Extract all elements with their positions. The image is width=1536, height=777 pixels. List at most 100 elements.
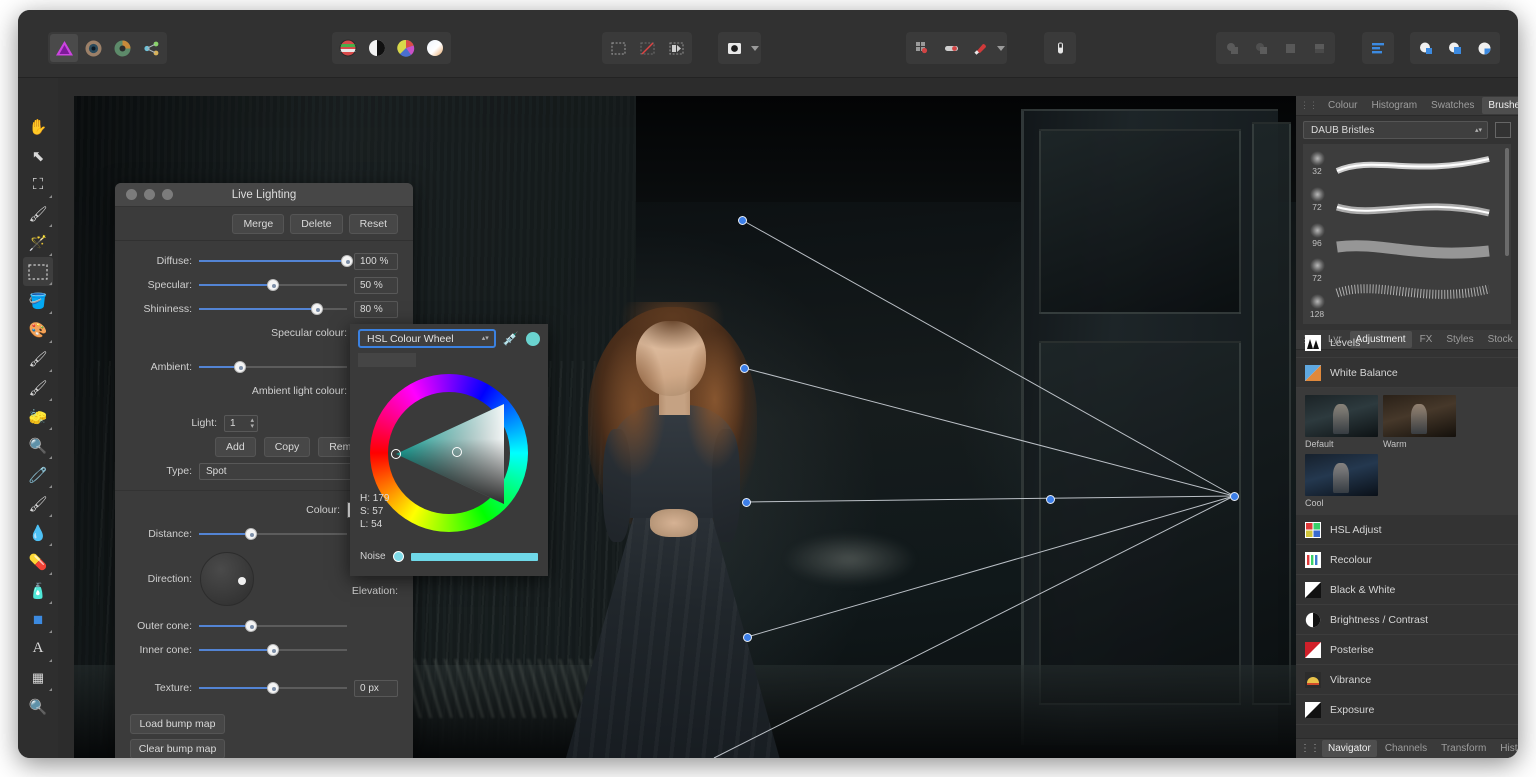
specular-slider[interactable] <box>199 278 347 292</box>
gizmo-node[interactable] <box>742 632 752 642</box>
erase-brush-tool[interactable]: 🧽 <box>23 402 53 431</box>
boolean-subtract-icon[interactable] <box>1247 34 1275 62</box>
preset-warm[interactable]: Warm <box>1383 395 1456 449</box>
colour-wheel-icon[interactable] <box>334 34 362 62</box>
brush-view-toggle-icon[interactable] <box>1495 122 1511 138</box>
colour-mode-select[interactable]: HSL Colour Wheel ▴▾ <box>358 329 496 348</box>
mesh-warp-tool[interactable]: ▦ <box>23 663 53 692</box>
brush-category-select[interactable]: DAUB Bristles ▴▾ <box>1303 121 1488 139</box>
add-light-button[interactable]: Add <box>215 437 256 457</box>
ambient-slider[interactable] <box>199 360 347 374</box>
gizmo-node-origin[interactable] <box>1229 491 1239 501</box>
merge-button[interactable]: Merge <box>232 213 285 234</box>
texture-value[interactable]: 0 px <box>354 679 398 697</box>
rectangle-tool[interactable]: ■ <box>23 605 53 634</box>
tab-brushes[interactable]: Brushes <box>1482 97 1518 114</box>
magnet-icon[interactable] <box>966 34 994 62</box>
brush-list-scrollbar[interactable] <box>1505 148 1509 256</box>
photo-persona-icon[interactable] <box>50 34 78 62</box>
tab-swatches[interactable]: Swatches <box>1425 97 1480 114</box>
adjustment-item-black-white[interactable]: Black & White <box>1296 575 1518 605</box>
quick-mask-caret-icon[interactable] <box>751 45 759 51</box>
panel-grip-icon[interactable]: ⋮⋮ <box>1300 743 1320 754</box>
adjustment-item-brightness-contrast[interactable]: Brightness / Contrast <box>1296 605 1518 635</box>
live-lighting-titlebar[interactable]: Live Lighting <box>115 183 413 207</box>
marquee-tool[interactable] <box>23 257 53 286</box>
align-icon[interactable] <box>1364 34 1392 62</box>
arrange-front-icon[interactable] <box>1412 34 1440 62</box>
brush-list[interactable]: 32 72 96 72 128 <box>1303 144 1511 324</box>
direction-dial[interactable] <box>200 552 254 606</box>
brush-stroke[interactable] <box>1333 319 1493 324</box>
delete-button[interactable]: Delete <box>290 213 343 234</box>
sl-marker[interactable] <box>452 447 462 457</box>
light-stepper[interactable]: 1 ▴ ▾ <box>224 414 258 432</box>
gizmo-node[interactable] <box>1045 494 1055 504</box>
gizmo-node[interactable] <box>741 497 751 507</box>
colour-picker-tool[interactable]: 🎨 <box>23 315 53 344</box>
paint-brush-tool[interactable]: 🖌 <box>23 344 53 373</box>
boolean-intersect-icon[interactable] <box>1276 34 1304 62</box>
distance-slider[interactable] <box>199 527 347 541</box>
current-colour-chip[interactable] <box>526 331 540 346</box>
preset-cool[interactable]: Cool <box>1305 454 1378 508</box>
assistant-icon[interactable] <box>1046 34 1074 62</box>
noise-slider-knob[interactable] <box>392 551 404 562</box>
diffuse-slider[interactable] <box>199 254 353 268</box>
quick-mask-icon[interactable] <box>720 34 748 62</box>
arrange-forward-icon[interactable] <box>1441 34 1469 62</box>
diffuse-value[interactable]: 100 % <box>354 252 398 270</box>
clone-brush-tool[interactable]: 🧷 <box>23 460 53 489</box>
brush-stroke[interactable] <box>1333 193 1493 223</box>
boolean-divide-icon[interactable] <box>1305 34 1333 62</box>
gizmo-node[interactable] <box>739 363 749 373</box>
shininess-value[interactable]: 80 % <box>354 300 398 318</box>
brush-stroke[interactable] <box>1333 235 1493 265</box>
clear-bump-map-button[interactable]: Clear bump map <box>130 739 225 758</box>
snapping-icon[interactable] <box>937 34 965 62</box>
crop-tool[interactable]: ⛶ <box>23 170 53 199</box>
selection-brush-tool[interactable]: 🖌 <box>23 199 53 228</box>
shininess-slider[interactable] <box>199 302 347 316</box>
blur-brush-tool[interactable]: 💧 <box>23 518 53 547</box>
snapping-caret-icon[interactable] <box>997 45 1005 51</box>
noise-slider-track[interactable] <box>410 552 538 561</box>
adjustment-item-posterise[interactable]: Posterise <box>1296 635 1518 665</box>
type-select[interactable]: Spot ▴▾ <box>199 462 375 480</box>
hue-marker[interactable] <box>391 449 401 459</box>
white-balance-icon[interactable] <box>421 34 449 62</box>
hsl-colour-wheel[interactable] <box>370 374 528 532</box>
paint-mixer-tool[interactable]: 🖌 <box>23 373 53 402</box>
load-bump-map-button[interactable]: Load bump map <box>130 714 225 734</box>
grid-icon[interactable] <box>908 34 936 62</box>
tab-history[interactable]: History <box>1494 740 1518 757</box>
boolean-add-icon[interactable] <box>1218 34 1246 62</box>
refine-selection-icon[interactable] <box>662 34 690 62</box>
zoom-tool[interactable]: 🔍 <box>23 692 53 721</box>
liquify-persona-icon[interactable] <box>79 34 107 62</box>
texture-slider[interactable] <box>199 681 347 695</box>
move-tool[interactable]: ⬉ <box>23 141 53 170</box>
eyedropper-icon[interactable]: 💉 <box>503 331 519 347</box>
tab-navigator[interactable]: Navigator <box>1322 740 1377 757</box>
inner-cone-slider[interactable] <box>199 643 347 657</box>
gizmo-node[interactable] <box>737 215 747 225</box>
flood-select-tool[interactable]: 🪄 <box>23 228 53 257</box>
brush-stroke[interactable] <box>1333 277 1493 307</box>
tab-channels[interactable]: Channels <box>1379 740 1433 757</box>
export-persona-icon[interactable] <box>137 34 165 62</box>
adjustment-item-recolour[interactable]: Recolour <box>1296 545 1518 575</box>
adjustments-list[interactable]: Levels White Balance Default Warm Cool H… <box>1296 328 1518 738</box>
tab-histogram[interactable]: Histogram <box>1365 97 1423 114</box>
panel-grip-icon[interactable]: ⋮⋮ <box>1300 100 1318 111</box>
outer-cone-slider[interactable] <box>199 619 347 633</box>
text-tool[interactable]: A <box>23 634 53 663</box>
arrange-back-icon[interactable] <box>1470 34 1498 62</box>
brush-stroke[interactable] <box>1333 151 1493 181</box>
healing-brush-tool[interactable]: 🖌 <box>23 489 53 518</box>
tab-colour[interactable]: Colour <box>1322 97 1363 114</box>
hsl-icon[interactable] <box>392 34 420 62</box>
adjustment-item-white-balance[interactable]: White Balance <box>1296 358 1518 388</box>
marquee-select-icon[interactable] <box>604 34 632 62</box>
adjustment-item-exposure[interactable]: Exposure <box>1296 695 1518 725</box>
